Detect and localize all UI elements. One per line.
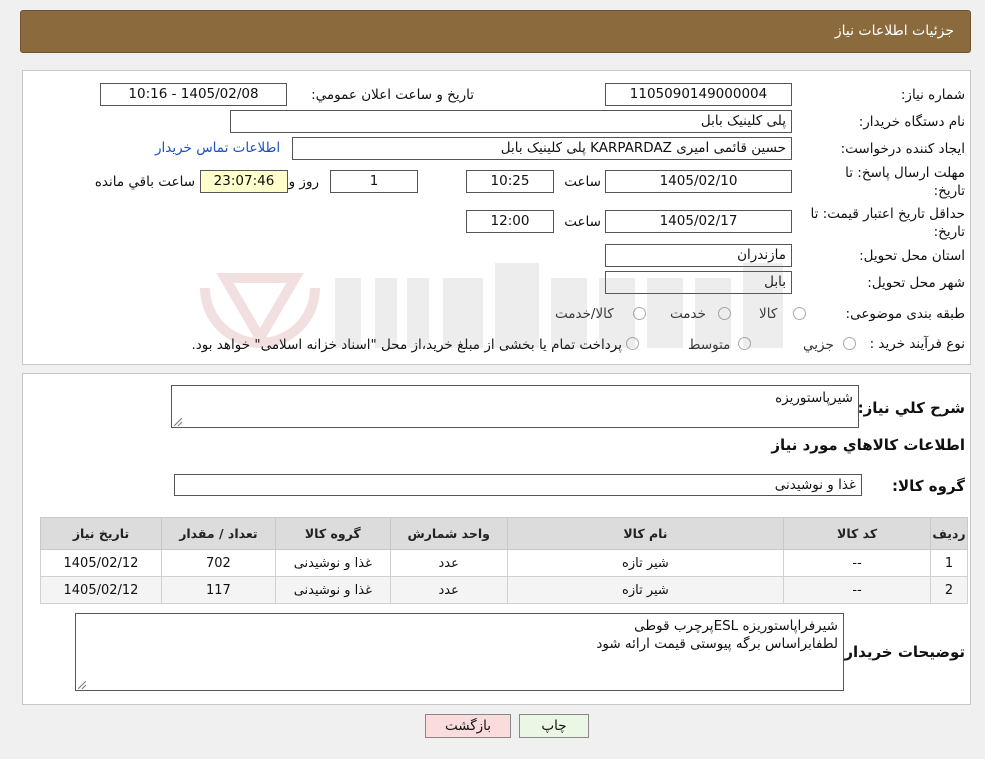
col-goods-group: گروه كالا (274, 517, 391, 550)
process-radio-medium[interactable] (738, 337, 751, 350)
province-label: استان محل تحويل: (859, 248, 965, 264)
resize-grip-icon[interactable] (174, 418, 182, 426)
remaining-time-field: 23:07:46 (200, 170, 288, 193)
category-option-goods-service: کالا/خدمت (555, 306, 614, 322)
category-radio-service[interactable] (718, 307, 731, 320)
buyer-org-field: پلی کلینیک بابل (230, 110, 792, 133)
cell-need-date: 1405/02/12 (40, 549, 162, 577)
validity-date-field: 1405/02/17 (605, 210, 792, 233)
days-field: 1 (330, 170, 418, 193)
province-field: مازندران (605, 244, 792, 267)
buyer-notes-line-2: لطفابراساس برگه پیوستی قیمت ارائه شود (596, 636, 838, 652)
summary-label: شرح كلي نياز: (857, 399, 965, 417)
category-option-service: خدمت (670, 306, 706, 322)
print-button[interactable]: چاپ (519, 714, 589, 738)
cell-unit: عدد (389, 549, 508, 577)
resize-grip-icon[interactable] (78, 681, 86, 689)
city-label: شهر محل تحويل: (867, 275, 965, 291)
items-heading: اطلاعات كالاهاي مورد نياز (771, 436, 965, 454)
process-radio-minor[interactable] (843, 337, 856, 350)
buyer-org-label: نام دستگاه خريدار: (858, 114, 965, 130)
items-table-header: رديف كد كالا نام كالا واحد شمارش گروه كا… (40, 517, 968, 550)
category-radio-goods-service[interactable] (633, 307, 646, 320)
remaining-label: ساعت باقي مانده (94, 174, 195, 190)
process-option-medium: متوسط (688, 337, 731, 353)
buyer-notes-textarea: شیرفراپاستوریزه ESLپرچرب قوطی لطفابراساس… (75, 613, 844, 691)
announce-field: 1405/02/08 - 10:16 (100, 83, 287, 106)
table-row: 1 -- شیر تازه عدد غذا و نوشیدنی 702 1405… (40, 549, 968, 577)
cell-quantity: 702 (160, 549, 276, 577)
cell-row-number: 1 (930, 549, 968, 577)
city-field: بابل (605, 271, 792, 294)
creator-field: حسین قائمی امیری KARPARDAZ پلی کلینیک با… (292, 137, 792, 160)
category-radio-goods[interactable] (793, 307, 806, 320)
goods-group-label: گروه كالا: (892, 477, 965, 495)
validity-label-2: تاريخ: (933, 224, 965, 240)
buyer-notes-label: توضيحات خريدار: (838, 643, 965, 661)
back-button[interactable]: بازگشت (425, 714, 511, 738)
buyer-contact-link[interactable]: اطلاعات تماس خريدار (155, 140, 280, 156)
cell-goods-group: غذا و نوشیدنی (274, 576, 391, 604)
cell-item-code: -- (783, 576, 932, 604)
cell-row-number: 2 (930, 576, 968, 604)
deadline-time-label: ساعت (564, 174, 601, 190)
cell-item-name: شیر تازه (506, 576, 785, 604)
days-label: روز و (288, 174, 319, 190)
need-number-label: شماره نیاز: (900, 87, 965, 103)
deadline-date-field: 1405/02/10 (605, 170, 792, 193)
page-header: جزئیات اطلاعات نیاز (20, 10, 971, 53)
treasury-payment-checkbox[interactable] (626, 337, 639, 350)
treasury-payment-note: پرداخت تمام يا بخشی از مبلغ خريد،از محل … (191, 337, 622, 353)
cell-item-code: -- (783, 549, 932, 577)
page-title: جزئیات اطلاعات نیاز (834, 23, 954, 39)
deadline-label-2: تاريخ: (933, 183, 965, 199)
col-quantity: تعداد / مقدار (160, 517, 276, 550)
cell-item-name: شیر تازه (506, 549, 785, 577)
cell-need-date: 1405/02/12 (40, 576, 162, 604)
col-unit: واحد شمارش (389, 517, 508, 550)
deadline-time-field: 10:25 (466, 170, 554, 193)
announce-label: تاریخ و ساعت اعلان عمومي: (311, 87, 474, 103)
cell-quantity: 117 (160, 576, 276, 604)
validity-time-label: ساعت (564, 214, 601, 230)
goods-group-field: غذا و نوشیدنی (174, 474, 862, 496)
cell-goods-group: غذا و نوشیدنی (274, 549, 391, 577)
col-need-date: تاريخ نياز (40, 517, 162, 550)
summary-textarea: شیرپاستوریزه (171, 385, 859, 428)
col-item-code: كد كالا (783, 517, 932, 550)
need-number-field: 1105090149000004 (605, 83, 792, 106)
buyer-notes-line-1: شیرفراپاستوریزه ESLپرچرب قوطی (634, 618, 838, 634)
process-option-minor: جزيي (803, 337, 834, 353)
cell-unit: عدد (389, 576, 508, 604)
col-row-number: رديف (930, 517, 968, 550)
validity-time-field: 12:00 (466, 210, 554, 233)
deadline-label: مهلت ارسال پاسخ: تا (845, 165, 965, 181)
col-item-name: نام كالا (506, 517, 785, 550)
category-option-goods: کالا (759, 306, 778, 322)
category-label: طبقه بندی موضوعی: (845, 306, 965, 322)
creator-label: ايجاد کننده درخواست: (840, 141, 965, 157)
items-table: رديف كد كالا نام كالا واحد شمارش گروه كا… (40, 517, 968, 604)
table-row: 2 -- شیر تازه عدد غذا و نوشیدنی 117 1405… (40, 576, 968, 604)
summary-text: شیرپاستوریزه (775, 390, 853, 406)
process-type-label: نوع فرآيند خريد : (869, 336, 965, 352)
validity-label: حداقل تاريخ اعتبار قيمت: تا (810, 206, 965, 222)
